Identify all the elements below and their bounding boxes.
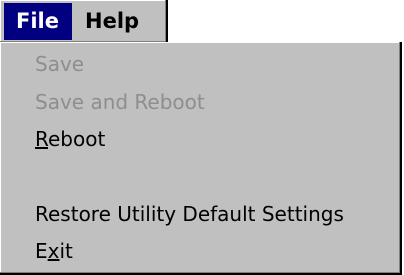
menu-file[interactable]: File — [4, 3, 72, 40]
menu-item-reboot[interactable]: Reboot — [35, 127, 105, 151]
menu-item-exit[interactable]: Exit — [35, 239, 73, 263]
menu-item-reboot-label: eboot — [48, 127, 106, 151]
menu-item-restore-defaults[interactable]: Restore Utility Default Settings — [35, 202, 344, 226]
menu-item-exit-label-start: E — [35, 239, 48, 263]
file-menu-dropdown: Save Save and Reboot Reboot Restore Util… — [0, 42, 402, 275]
menu-help[interactable]: Help — [78, 3, 158, 40]
menu-bar: File Help — [0, 0, 168, 44]
menu-item-save-and-reboot[interactable]: Save and Reboot — [35, 90, 205, 114]
mnemonic-r: R — [35, 127, 48, 151]
menu-item-exit-label-end: it — [59, 239, 73, 263]
mnemonic-x: x — [47, 239, 60, 263]
menu-item-save[interactable]: Save — [35, 52, 84, 76]
